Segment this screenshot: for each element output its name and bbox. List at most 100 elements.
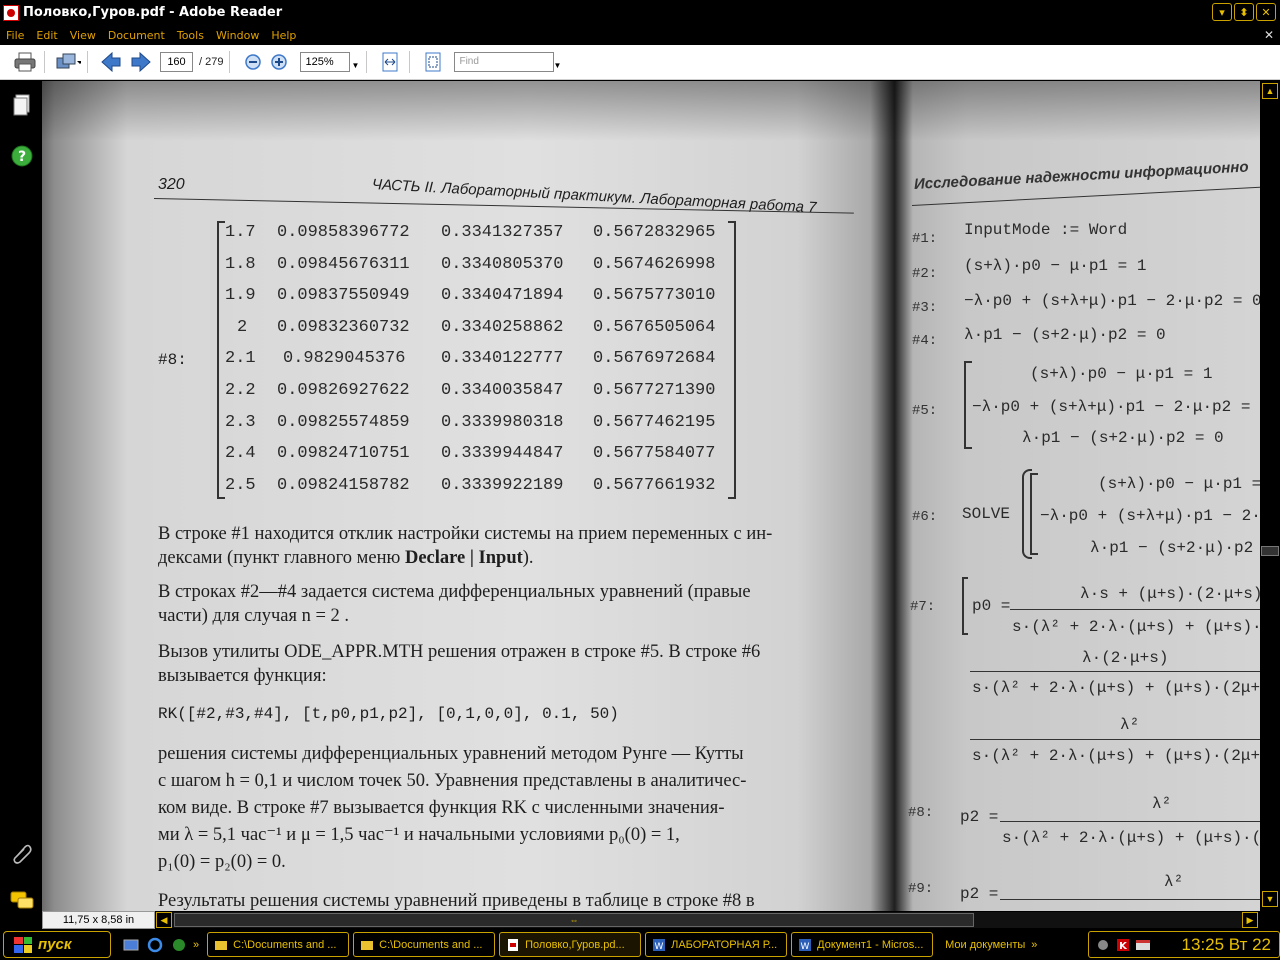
system-tray: K 13:25 Вт 22 xyxy=(1088,931,1280,958)
matrix-cell: 2 xyxy=(237,317,248,337)
fraction-numerator: λ·(2·μ+s) xyxy=(1082,649,1169,667)
math-line: −λ·p0 + (s+λ+μ)·p1 − 2·μ·p2 = 0 xyxy=(964,292,1260,310)
internet-explorer-icon[interactable] xyxy=(145,935,165,955)
page-number-input[interactable]: 160 xyxy=(160,52,193,72)
matrix-cell: 0.3340258862 xyxy=(441,317,564,337)
text-line: ми λ = 5,1 час⁻¹ и μ = 1,5 час⁻¹ и начал… xyxy=(158,825,680,845)
text-line: p₁(0) = p₂(0) = 0. xyxy=(158,852,286,872)
fit-page-button[interactable] xyxy=(420,49,446,75)
vertical-scrollbar[interactable]: ▲ ▼ xyxy=(1260,81,1280,911)
document-close-icon[interactable]: ✕ xyxy=(1264,28,1274,42)
zoom-in-button[interactable] xyxy=(266,49,292,75)
matrix-cell: 0.3340805370 xyxy=(441,254,564,274)
matrix-cell: 2.5 xyxy=(225,475,256,495)
zoom-select[interactable]: 125% ▼ xyxy=(300,52,359,72)
my-documents-toolbar[interactable]: Мои документы xyxy=(945,939,1025,951)
paragraph-5: Результаты решения системы уравнений при… xyxy=(158,889,852,911)
chevron-down-icon[interactable]: ▼ xyxy=(352,57,360,75)
attachments-button[interactable] xyxy=(10,841,34,865)
help-button[interactable]: ? xyxy=(10,144,34,168)
chevron-down-icon[interactable]: ▼ xyxy=(554,57,562,75)
desktop-icon[interactable] xyxy=(121,935,141,955)
paragraph-3: Вызов утилиты ODE_APPR.MTH решения отраж… xyxy=(158,640,852,688)
matrix-cell: 0.3339922189 xyxy=(441,475,564,495)
folder-icon xyxy=(215,940,228,950)
taskbar-item-folder-1[interactable]: C:\Documents and ... xyxy=(207,932,350,957)
restore-button[interactable]: ⬍ xyxy=(1234,3,1254,21)
math-line: λ·p1 − (s+2·μ)·p2 = 0 xyxy=(1022,429,1224,447)
page-total: / 279 xyxy=(199,56,224,68)
network-icon[interactable] xyxy=(1095,937,1111,953)
matrix-cell: 2.3 xyxy=(225,412,256,432)
taskbar-item-folder-2[interactable]: C:\Documents and ... xyxy=(353,932,496,957)
menu-help[interactable]: Help xyxy=(265,29,302,42)
minimize-button[interactable]: ▾ xyxy=(1212,3,1232,21)
menu-window[interactable]: Window xyxy=(210,29,265,42)
clock: 13:25 Вт 22 xyxy=(1181,934,1271,954)
window-title: Половко,Гуров.pdf - Adobe Reader xyxy=(23,5,283,20)
menu-edit[interactable]: Edit xyxy=(30,29,63,42)
find-input[interactable]: Find ▼ xyxy=(454,52,561,72)
zoom-out-icon xyxy=(245,54,262,70)
antivirus-icon[interactable]: K xyxy=(1115,937,1131,953)
menu-view[interactable]: View xyxy=(64,29,102,42)
close-button[interactable]: ✕ xyxy=(1256,3,1276,21)
paperclip-icon xyxy=(13,844,32,864)
matrix-cell: 0.3341327357 xyxy=(441,223,564,242)
menu-document[interactable]: Document xyxy=(102,29,171,42)
matrix-cell: 0.5677271390 xyxy=(593,381,716,400)
matrix-cell: 0.3340122777 xyxy=(441,349,564,369)
scroll-left-icon[interactable]: ◀ xyxy=(156,912,172,928)
pages-button[interactable] xyxy=(10,93,34,117)
line-label: #9: xyxy=(908,881,934,897)
matrix-cell: 0.09825574859 xyxy=(277,412,410,432)
zoom-out-button[interactable] xyxy=(240,49,266,75)
line-label: #4: xyxy=(912,333,938,349)
matrix-cell: 0.5677462195 xyxy=(593,412,716,432)
menu-file[interactable]: File xyxy=(0,29,30,42)
document-view[interactable]: 320 ЧАСТЬ II. Лабораторный практикум. Ла… xyxy=(42,81,1260,911)
next-page-button[interactable] xyxy=(128,49,154,75)
taskbar-item-word-doc[interactable]: W Документ1 - Micros... xyxy=(791,932,934,957)
math-line: λ·p1 − (s+2·μ)·p2 xyxy=(1090,539,1254,557)
scroll-down-icon[interactable]: ▼ xyxy=(1262,891,1278,907)
paragraph-4: решения системы дифференциальных уравнен… xyxy=(158,742,852,874)
comments-button[interactable] xyxy=(10,889,34,913)
printer-icon xyxy=(14,52,36,72)
toolbar-more-icon[interactable]: » xyxy=(1031,939,1037,951)
math-line: InputMode := Word xyxy=(964,221,1128,239)
matrix-cell: 0.3339944847 xyxy=(441,444,564,464)
scroll-up-icon[interactable]: ▲ xyxy=(1262,83,1278,99)
menu-tools[interactable]: Tools xyxy=(171,29,210,42)
svg-text:W: W xyxy=(801,942,810,952)
language-icon[interactable] xyxy=(1135,937,1151,953)
zoom-in-icon xyxy=(271,54,288,70)
navigation-panel: ? xyxy=(0,81,42,911)
taskbar-item-word-lab[interactable]: W ЛАБОРАТОРНАЯ Р... xyxy=(645,932,788,957)
previous-page-button[interactable] xyxy=(98,49,124,75)
line-label: #5: xyxy=(912,403,938,419)
text-line: ком виде. В строке #7 вызывается функция… xyxy=(158,798,725,818)
matrix-cell: 0.9829045376 xyxy=(283,349,406,369)
pdf-icon xyxy=(508,938,519,951)
matrix-cell: 0.09824710751 xyxy=(277,444,410,464)
fit-width-button[interactable] xyxy=(377,49,403,75)
math-line: −λ·p0 + (s+λ+μ)·p1 − 2·μ·p2 = ( xyxy=(972,398,1260,416)
quicklaunch-more-icon[interactable]: » xyxy=(193,939,199,951)
horizontal-scroll-thumb[interactable]: ⇔ xyxy=(174,913,974,927)
taskbar-item-adobe-reader[interactable]: Половко,Гуров.pd... xyxy=(499,932,642,957)
text-line: Результаты решения системы уравнений при… xyxy=(158,891,755,911)
math-line: −λ·p0 + (s+λ+μ)·p1 − 2· xyxy=(1040,507,1260,525)
start-label: пуск xyxy=(38,936,72,953)
quicklaunch-app-icon[interactable] xyxy=(169,935,189,955)
scroll-thumb[interactable] xyxy=(1261,546,1279,556)
line-label: #1: xyxy=(912,231,938,247)
scroll-right-icon[interactable]: ▶ xyxy=(1242,912,1258,928)
solve-keyword: SOLVE xyxy=(962,505,1011,523)
paragraph-2: В строках #2—#4 задается система диффере… xyxy=(158,580,852,628)
print-button[interactable] xyxy=(12,49,38,75)
matrix-cell: 0.3340035847 xyxy=(441,381,564,400)
share-button[interactable] xyxy=(55,49,81,75)
start-button[interactable]: пуск xyxy=(3,931,111,958)
row-label: #8: xyxy=(158,351,187,369)
